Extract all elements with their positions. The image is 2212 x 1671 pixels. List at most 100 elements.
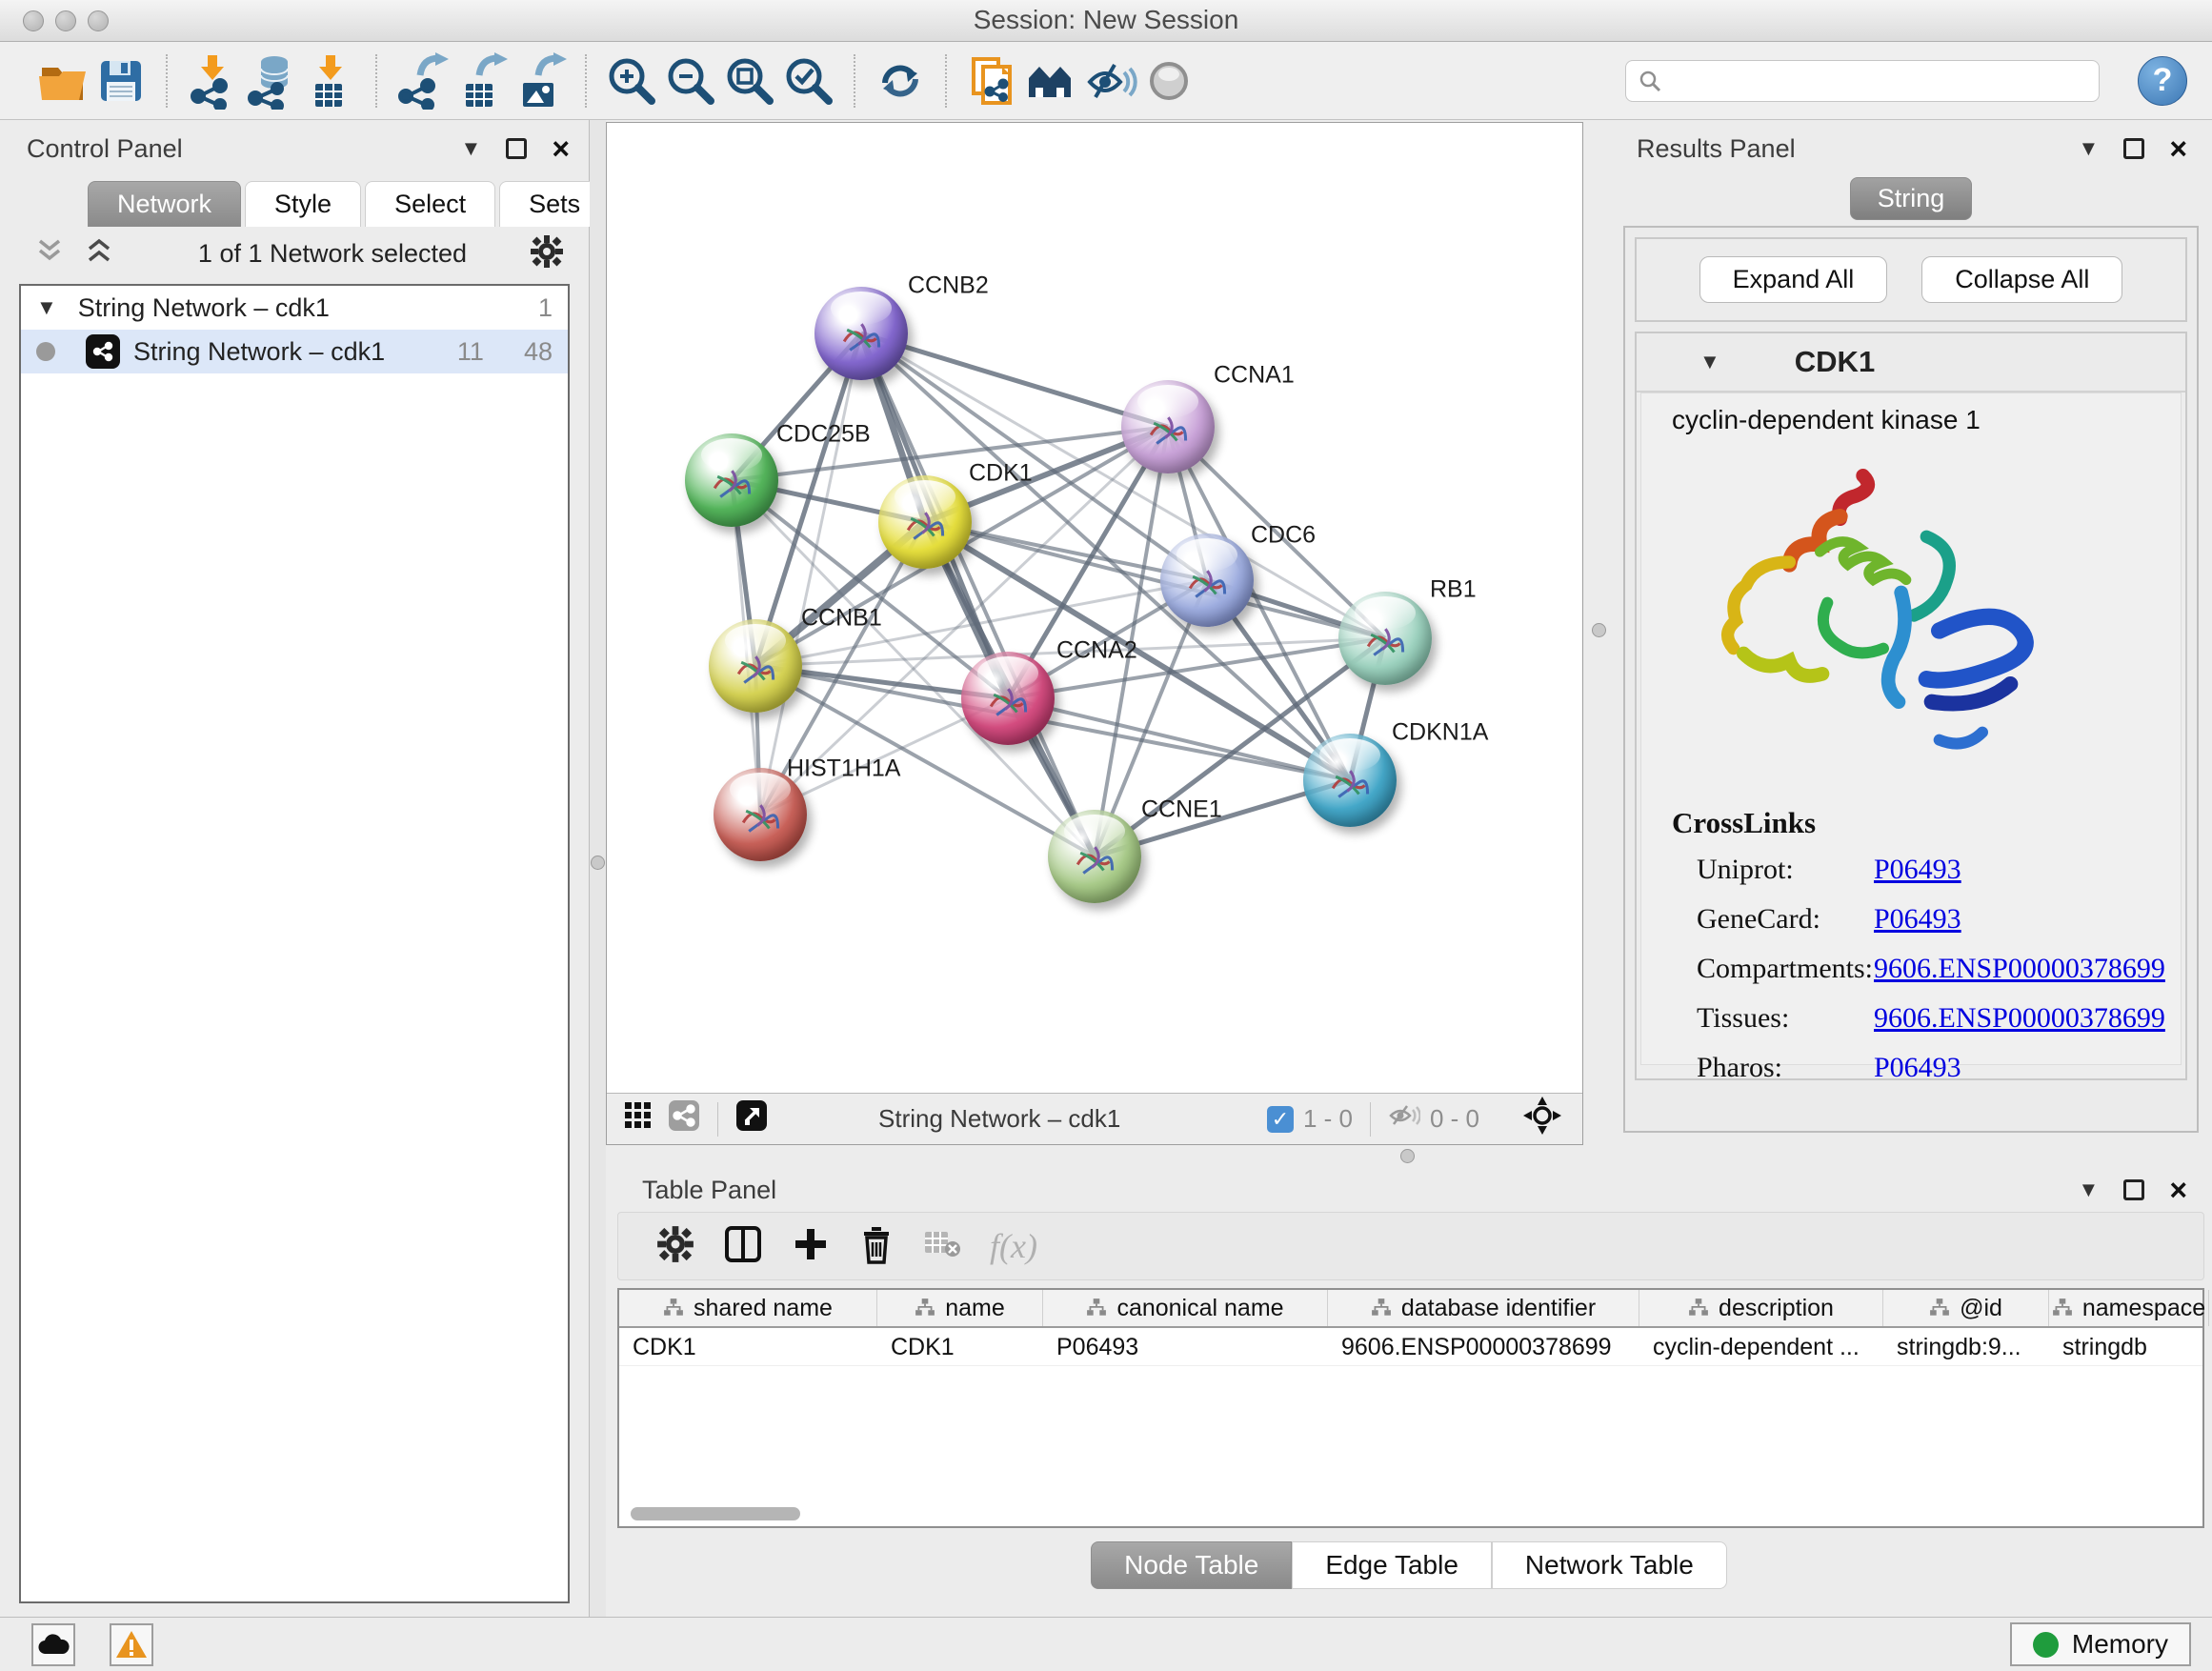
control-panel-float-icon[interactable] bbox=[506, 138, 527, 159]
import-network-database-icon[interactable] bbox=[242, 50, 301, 111]
zoom-window-button[interactable] bbox=[88, 10, 109, 31]
table-cell[interactable]: 9606.ENSP00000378699 bbox=[1328, 1328, 1639, 1365]
network-node-CDC6[interactable] bbox=[1160, 534, 1254, 627]
tab-select[interactable]: Select bbox=[365, 181, 495, 227]
table-settings-gear-icon[interactable] bbox=[656, 1225, 694, 1268]
birdseye-view-icon[interactable] bbox=[1523, 1097, 1561, 1141]
network-collection-row[interactable]: ▼ String Network – cdk1 1 bbox=[21, 286, 568, 330]
table-horizontal-scrollbar[interactable] bbox=[631, 1507, 800, 1520]
tab-edge-table[interactable]: Edge Table bbox=[1292, 1541, 1492, 1589]
import-table-icon[interactable] bbox=[301, 50, 360, 111]
column-header-namespace[interactable]: namespace bbox=[2049, 1290, 2209, 1326]
crosslink-pharos[interactable]: P06493 bbox=[1874, 1052, 1961, 1080]
tab-node-table[interactable]: Node Table bbox=[1091, 1541, 1292, 1589]
search-box bbox=[1625, 60, 2100, 102]
zoom-in-icon[interactable] bbox=[602, 50, 661, 111]
table-cell[interactable]: CDK1 bbox=[619, 1328, 877, 1365]
column-header-canonical-name[interactable]: canonical name bbox=[1043, 1290, 1328, 1326]
export-image-icon[interactable] bbox=[511, 50, 570, 111]
show-all-icon[interactable] bbox=[1139, 50, 1198, 111]
zoom-fit-icon[interactable] bbox=[720, 50, 779, 111]
table-cell[interactable]: P06493 bbox=[1043, 1328, 1328, 1365]
table-row[interactable]: CDK1CDK1P064939606.ENSP00000378699cyclin… bbox=[619, 1328, 2202, 1366]
table-cell[interactable]: stringdb:9... bbox=[1883, 1328, 2049, 1365]
delete-column-icon[interactable] bbox=[858, 1224, 895, 1269]
network-node-CDC25B[interactable] bbox=[685, 433, 778, 527]
results-panel-collapse-icon[interactable]: ▼ bbox=[2079, 136, 2100, 161]
hide-selected-icon[interactable] bbox=[1080, 50, 1139, 111]
control-panel-collapse-icon[interactable]: ▼ bbox=[461, 136, 482, 161]
table-cell[interactable]: stringdb bbox=[2049, 1328, 2209, 1365]
network-node-CCNB1[interactable] bbox=[709, 619, 802, 713]
table-cell[interactable]: CDK1 bbox=[877, 1328, 1043, 1365]
open-folder-icon[interactable] bbox=[32, 50, 91, 111]
column-header-database-identifier[interactable]: database identifier bbox=[1328, 1290, 1639, 1326]
control-panel: Control Panel ▼ × Network Style Select S… bbox=[0, 120, 590, 1617]
section-expand-icon[interactable]: ▼ bbox=[1699, 350, 1720, 374]
collapse-all-button[interactable]: Collapse All bbox=[1921, 256, 2122, 303]
network-node-CCNB2[interactable] bbox=[814, 287, 908, 380]
results-panel-float-icon[interactable] bbox=[2123, 138, 2144, 159]
table-panel-close-icon[interactable]: × bbox=[2169, 1179, 2187, 1200]
refresh-icon[interactable] bbox=[871, 50, 930, 111]
export-table-icon[interactable] bbox=[452, 50, 511, 111]
neighbors-icon[interactable] bbox=[1021, 50, 1080, 111]
selected-nodes-checkbox[interactable]: ✓ bbox=[1267, 1106, 1294, 1133]
expand-all-icon[interactable] bbox=[86, 237, 112, 271]
crosslink-label: GeneCard: bbox=[1697, 903, 1874, 936]
control-panel-close-icon[interactable]: × bbox=[552, 138, 570, 159]
table-panel-collapse-icon[interactable]: ▼ bbox=[2079, 1178, 2100, 1202]
network-node-CDKN1A[interactable] bbox=[1303, 734, 1397, 827]
results-panel-close-icon[interactable]: × bbox=[2169, 138, 2187, 159]
open-in-window-icon[interactable] bbox=[735, 1099, 768, 1138]
left-splitter[interactable] bbox=[590, 120, 606, 1617]
network-node-CCNA2[interactable] bbox=[961, 652, 1055, 745]
expand-all-button[interactable]: Expand All bbox=[1699, 256, 1888, 303]
help-icon[interactable]: ? bbox=[2138, 56, 2187, 106]
memory-button[interactable]: Memory bbox=[2010, 1622, 2191, 1666]
zoom-selected-icon[interactable] bbox=[779, 50, 838, 111]
grid-view-icon[interactable] bbox=[624, 1101, 653, 1137]
minimize-window-button[interactable] bbox=[55, 10, 76, 31]
column-header-name[interactable]: name bbox=[877, 1290, 1043, 1326]
network-canvas[interactable]: CCNB2CCNA1CDC25BCDK1CDC6RB1CCNB1CCNA2CDK… bbox=[607, 123, 1582, 1093]
crosslink-genecard[interactable]: P06493 bbox=[1874, 903, 1961, 936]
column-header-@id[interactable]: @id bbox=[1883, 1290, 2049, 1326]
collection-expand-icon[interactable]: ▼ bbox=[36, 295, 57, 320]
tab-network[interactable]: Network bbox=[88, 181, 241, 227]
zoom-out-icon[interactable] bbox=[661, 50, 720, 111]
network-from-selection-icon[interactable] bbox=[962, 50, 1021, 111]
warning-button[interactable] bbox=[110, 1623, 153, 1666]
search-input[interactable] bbox=[1672, 66, 2087, 95]
crosslink-tissues[interactable]: 9606.ENSP00000378699 bbox=[1874, 1002, 2165, 1035]
table-cell[interactable]: cyclin-dependent ... bbox=[1639, 1328, 1883, 1365]
crosslink-uniprot[interactable]: P06493 bbox=[1874, 854, 1961, 886]
tab-network-table[interactable]: Network Table bbox=[1492, 1541, 1727, 1589]
horizontal-splitter[interactable] bbox=[606, 1145, 2212, 1168]
tab-string[interactable]: String bbox=[1850, 177, 1973, 220]
table-panel: Table Panel ▼ × f(x) shared na bbox=[606, 1168, 2212, 1617]
network-row-selected[interactable]: String Network – cdk1 11 48 bbox=[21, 330, 568, 373]
crosslink-compartments[interactable]: 9606.ENSP00000378699 bbox=[1874, 953, 2165, 985]
vertical-splitter[interactable] bbox=[1583, 120, 1616, 1145]
network-node-CCNE1[interactable] bbox=[1048, 810, 1141, 903]
add-column-icon[interactable] bbox=[792, 1225, 830, 1268]
column-header-shared-name[interactable]: shared name bbox=[619, 1290, 877, 1326]
network-node-CDK1[interactable] bbox=[878, 475, 972, 569]
cloud-status-button[interactable] bbox=[31, 1623, 75, 1666]
cdk1-section-header[interactable]: ▼ CDK1 bbox=[1637, 333, 2185, 393]
network-node-RB1[interactable] bbox=[1338, 592, 1432, 685]
network-share-view-icon[interactable] bbox=[668, 1099, 700, 1138]
import-network-file-icon[interactable] bbox=[183, 50, 242, 111]
network-node-CCNA1[interactable] bbox=[1121, 380, 1215, 473]
column-header-description[interactable]: description bbox=[1639, 1290, 1883, 1326]
close-window-button[interactable] bbox=[23, 10, 44, 31]
network-options-gear-icon[interactable] bbox=[530, 234, 564, 273]
collapse-all-icon[interactable] bbox=[36, 237, 63, 271]
save-icon[interactable] bbox=[91, 50, 151, 111]
tab-style[interactable]: Style bbox=[245, 181, 361, 227]
table-panel-float-icon[interactable] bbox=[2123, 1179, 2144, 1200]
show-columns-icon[interactable] bbox=[723, 1224, 763, 1269]
memory-label: Memory bbox=[2072, 1629, 2168, 1660]
export-network-icon[interactable] bbox=[392, 50, 452, 111]
